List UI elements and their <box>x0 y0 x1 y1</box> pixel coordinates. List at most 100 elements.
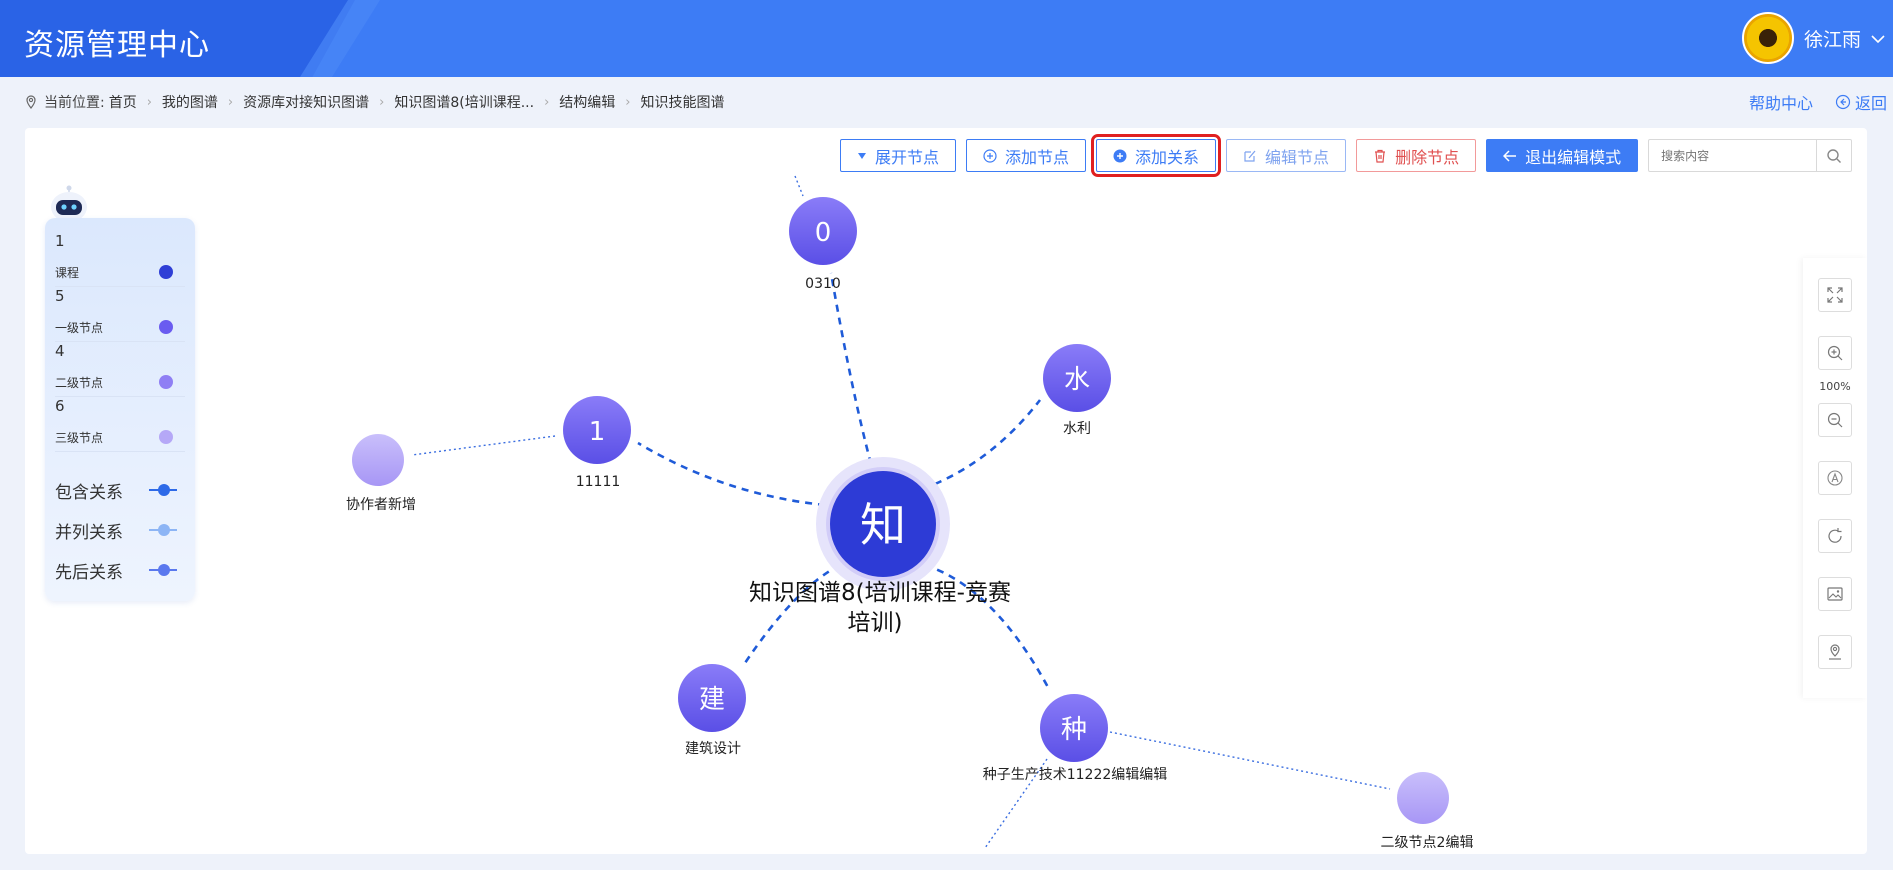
edge-11111-collab <box>411 435 556 456</box>
zoom-out-icon <box>1827 412 1843 428</box>
breadcrumb: 当前位置: 首页 › 我的图谱 › 资源库对接知识图谱 › 知识图谱8(培训课程… <box>24 90 724 114</box>
back-label[interactable]: 返回 <box>1855 90 1887 114</box>
chevron-right-icon: › <box>146 94 152 110</box>
graph-node-0310[interactable]: 0 0310 <box>789 197 857 292</box>
locate-button[interactable] <box>1818 635 1852 669</box>
legend-count: 1 <box>55 232 65 250</box>
graph-node-level2[interactable]: 二级节点2编辑 <box>1381 772 1474 851</box>
search-input[interactable] <box>1649 140 1817 171</box>
expand-node-button[interactable]: 展开节点 <box>840 139 957 172</box>
relation-line-icon <box>149 524 177 536</box>
zoom-level: 100% <box>1819 380 1851 393</box>
legend-name: 三级节点 <box>55 431 104 445</box>
edge-0310-top <box>794 175 804 197</box>
image-icon <box>1827 587 1843 601</box>
relation-name: 并列关系 <box>55 522 123 543</box>
legend-item-course: 1 课程 <box>55 232 185 287</box>
zoom-in-icon <box>1827 345 1843 361</box>
breadcrumb-item-library[interactable]: 资源库对接知识图谱 <box>243 92 369 112</box>
center-node-label-2: 培训) <box>848 610 903 636</box>
relation-name: 包含关系 <box>55 482 123 503</box>
node-label: 种子生产技术11222编辑编辑 <box>983 767 1168 783</box>
header-links: 帮助中心 返回 <box>1749 90 1887 114</box>
legend-relation-contains: 包含关系 <box>55 470 185 510</box>
graph-node-shuili[interactable]: 水 水利 <box>1043 344 1111 437</box>
map-pin-icon <box>1829 644 1841 660</box>
breadcrumb-item-current: 知识技能图谱 <box>640 95 725 111</box>
add-relation-button[interactable]: 添加关系 <box>1091 134 1222 177</box>
legend-name: 一级节点 <box>55 321 104 335</box>
node-label: 二级节点2编辑 <box>1381 835 1474 851</box>
relation-line-icon <box>149 564 177 576</box>
node-label: 水利 <box>1063 421 1091 437</box>
graph-node-11111[interactable]: 1 11111 <box>563 396 631 490</box>
trash-icon <box>1375 149 1386 163</box>
exit-edit-mode-button[interactable]: 退出编辑模式 <box>1486 139 1639 172</box>
caret-down-icon <box>858 152 866 159</box>
arrow-left-icon <box>1503 149 1517 162</box>
graph-node-center[interactable]: 知 知识图谱8(培训课程-竞赛 培训) <box>749 457 1011 636</box>
node-glyph: 水 <box>1064 365 1090 395</box>
node-label: 0310 <box>805 276 841 292</box>
plus-circle-filled-icon <box>1113 149 1127 162</box>
search-button[interactable] <box>1816 140 1851 171</box>
graph-node-jianzhu[interactable]: 建 建筑设计 <box>678 664 746 757</box>
node-label: 协作者新增 <box>346 497 416 513</box>
fullscreen-icon <box>1827 287 1843 303</box>
app-title: 资源管理中心 <box>24 28 210 63</box>
legend-count: 4 <box>55 342 65 360</box>
location-icon <box>26 95 36 109</box>
legend-dot <box>159 375 173 389</box>
edit-node-label: 编辑节点 <box>1265 147 1330 167</box>
search-box <box>1648 139 1853 172</box>
edit-node-button[interactable]: 编辑节点 <box>1226 139 1347 172</box>
help-center-link[interactable]: 帮助中心 <box>1749 90 1813 114</box>
zoom-in-button[interactable] <box>1818 336 1852 370</box>
edge-center-0310 <box>829 272 873 465</box>
legend-relation-sequence: 先后关系 <box>55 550 185 590</box>
breadcrumb-prefix: 当前位置: <box>44 95 105 111</box>
user-menu[interactable]: 徐江雨 <box>1741 12 1885 64</box>
text-layout-icon <box>1827 470 1843 486</box>
legend-name: 二级节点 <box>55 376 104 390</box>
add-node-button[interactable]: 添加节点 <box>966 139 1087 172</box>
legend-count: 6 <box>55 397 65 415</box>
refresh-icon <box>1828 528 1842 543</box>
avatar[interactable] <box>1741 12 1794 64</box>
knowledge-graph[interactable]: 知 知识图谱8(培训课程-竞赛 培训) 0 0310 水 水利 1 11111 … <box>25 128 1867 854</box>
node-label: 11111 <box>576 474 621 490</box>
center-node-glyph: 知 <box>860 498 906 552</box>
node-label: 建筑设计 <box>685 741 741 757</box>
auto-layout-button[interactable] <box>1818 461 1852 495</box>
chevron-right-icon: › <box>625 94 631 110</box>
breadcrumb-item-home[interactable]: 首页 <box>109 92 137 112</box>
breadcrumb-item-graph[interactable]: 知识图谱8(培训课程... <box>394 92 534 112</box>
user-name[interactable]: 徐江雨 <box>1804 25 1861 52</box>
back-link[interactable]: 返回 <box>1835 90 1887 114</box>
fullscreen-button[interactable] <box>1818 278 1852 312</box>
breadcrumb-item-structure-edit[interactable]: 结构编辑 <box>559 92 615 112</box>
legend-relation-parallel: 并列关系 <box>55 510 185 550</box>
add-node-label: 添加节点 <box>1005 147 1070 167</box>
app-header: 资源管理中心 徐江雨 <box>0 0 1893 77</box>
legend-item-level1: 5 一级节点 <box>55 287 185 342</box>
export-image-button[interactable] <box>1818 577 1852 611</box>
node-glyph: 1 <box>589 417 606 447</box>
exit-edit-mode-label: 退出编辑模式 <box>1525 147 1622 167</box>
plus-circle-icon <box>983 148 997 163</box>
breadcrumb-item-my-graphs[interactable]: 我的图谱 <box>162 92 218 112</box>
chevron-right-icon: › <box>379 94 385 110</box>
delete-node-button[interactable]: 删除节点 <box>1356 139 1477 172</box>
zoom-out-button[interactable] <box>1818 403 1852 437</box>
node-glyph: 0 <box>815 218 832 248</box>
graph-node-collaborator[interactable]: 协作者新增 <box>346 434 416 513</box>
legend-dot <box>159 265 173 279</box>
relation-line-icon <box>149 484 177 496</box>
legend-count: 5 <box>55 287 65 305</box>
legend-item-level3: 6 三级节点 <box>55 397 185 452</box>
chevron-down-icon[interactable] <box>1871 29 1885 48</box>
legend-dot <box>159 430 173 444</box>
refresh-button[interactable] <box>1818 519 1852 553</box>
graph-panel: 知 知识图谱8(培训课程-竞赛 培训) 0 0310 水 水利 1 11111 … <box>25 128 1867 854</box>
legend-panel: 1 课程 5 一级节点 4 二级节点 6 三级节点 包含关系 并列关系 先后关系 <box>45 218 195 601</box>
